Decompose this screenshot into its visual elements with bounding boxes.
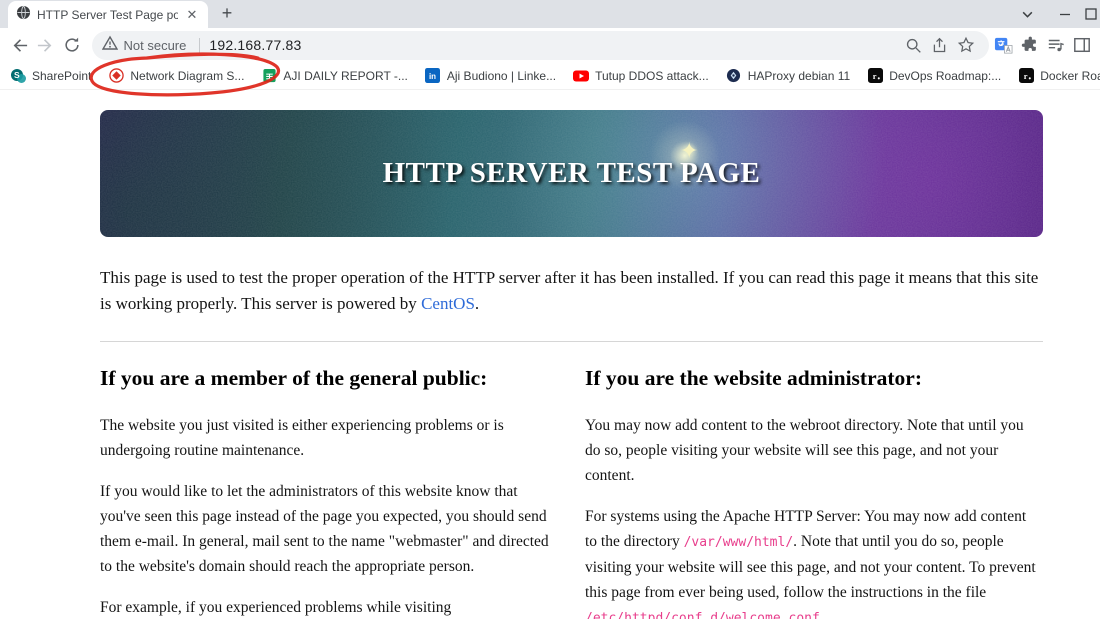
paragraph: For example, if you experienced problems… — [100, 599, 452, 616]
sharepoint-icon: S — [10, 68, 26, 84]
linkedin-icon: in — [425, 68, 441, 84]
svg-text:r: r — [872, 71, 876, 81]
page-content: ✦ HTTP SERVER TEST PAGE This page is use… — [0, 110, 1100, 619]
forward-button[interactable] — [35, 32, 58, 58]
test-page-banner: ✦ HTTP SERVER TEST PAGE — [100, 110, 1043, 237]
intro-paragraph: This page is used to test the proper ope… — [100, 268, 1039, 313]
tab-title: HTTP Server Test Page powered — [37, 7, 178, 22]
omnibox-divider — [199, 37, 201, 53]
extensions-puzzle-icon[interactable] — [1018, 32, 1041, 59]
youtube-icon — [573, 68, 590, 84]
centos-link[interactable]: CentOS — [421, 294, 475, 313]
general-public-heading: If you are a member of the general publi… — [100, 366, 488, 390]
google-sheets-icon — [261, 68, 277, 84]
bookmark-aji-daily-report[interactable]: AJI DAILY REPORT -... — [261, 68, 408, 84]
content-divider — [100, 341, 1043, 342]
paragraph: You may now add content to the webroot d… — [585, 417, 1024, 484]
browser-titlebar: HTTP Server Test Page powered ✕ + — [0, 0, 1100, 28]
back-button[interactable] — [8, 32, 31, 58]
side-panel-icon[interactable] — [1071, 32, 1094, 59]
bookmark-youtube[interactable]: Tutup DDOS attack... — [573, 68, 709, 84]
bookmark-sharepoint[interactable]: S SharePoint — [10, 68, 91, 84]
reload-button[interactable] — [61, 32, 84, 58]
browser-toolbar: Not secure 192.168.77.83 — [0, 28, 1100, 97]
paragraph: For systems using the Apache HTTP Server… — [585, 504, 1042, 619]
paragraph: The website you just visited is either e… — [100, 417, 504, 459]
minimize-button[interactable] — [1046, 0, 1084, 28]
bookmark-haproxy[interactable]: HAProxy debian 11 — [726, 68, 850, 84]
network-diagram-icon — [108, 68, 124, 84]
inline-code: /etc/httpd/conf.d/welcome.conf — [585, 611, 820, 619]
haproxy-icon — [726, 68, 742, 84]
svg-text:in: in — [429, 72, 436, 81]
side-search-icon[interactable] — [901, 32, 927, 58]
translate-icon[interactable] — [992, 32, 1015, 59]
tab-close-icon[interactable]: ✕ — [184, 7, 200, 23]
website-administrator-column: If you are the website administrator: Yo… — [585, 366, 1042, 619]
website-administrator-heading: If you are the website administrator: — [585, 366, 922, 390]
svg-text:r: r — [1023, 71, 1027, 81]
bookmark-docker-roadmap[interactable]: r Docker Roadmap -... — [1018, 68, 1100, 84]
paragraph: If you would like to let the administrat… — [100, 483, 549, 575]
bookmark-network-diagram[interactable]: Network Diagram S... — [108, 68, 244, 84]
share-icon[interactable] — [927, 32, 953, 58]
media-controls-icon[interactable] — [1044, 32, 1067, 59]
security-label[interactable]: Not secure — [124, 38, 187, 53]
general-public-column: If you are a member of the general publi… — [100, 366, 557, 619]
site-favicon-globe-icon — [16, 5, 31, 25]
svg-text:S: S — [14, 70, 20, 80]
new-tab-button[interactable]: + — [214, 1, 240, 27]
tab-search-chevron-icon[interactable] — [1008, 0, 1046, 28]
bookmark-devops-roadmap[interactable]: r DevOps Roadmap:... — [867, 68, 1001, 84]
roadmap-icon: r — [1018, 68, 1034, 84]
url-text[interactable]: 192.168.77.83 — [209, 37, 301, 53]
inline-code: /var/www/html/ — [683, 535, 794, 550]
banner-title: HTTP SERVER TEST PAGE — [382, 157, 761, 189]
bookmark-star-icon[interactable] — [953, 32, 979, 58]
browser-tab[interactable]: HTTP Server Test Page powered ✕ — [8, 1, 208, 28]
address-bar[interactable]: Not secure 192.168.77.83 — [91, 30, 989, 60]
maximize-button[interactable] — [1084, 0, 1100, 28]
roadmap-icon: r — [867, 68, 883, 84]
not-secure-warning-icon[interactable] — [101, 35, 118, 56]
bookmark-linkedin[interactable]: in Aji Budiono | Linke... — [425, 68, 556, 84]
bookmarks-bar: S SharePoint Network Diagram S... AJI DA… — [0, 62, 1100, 90]
